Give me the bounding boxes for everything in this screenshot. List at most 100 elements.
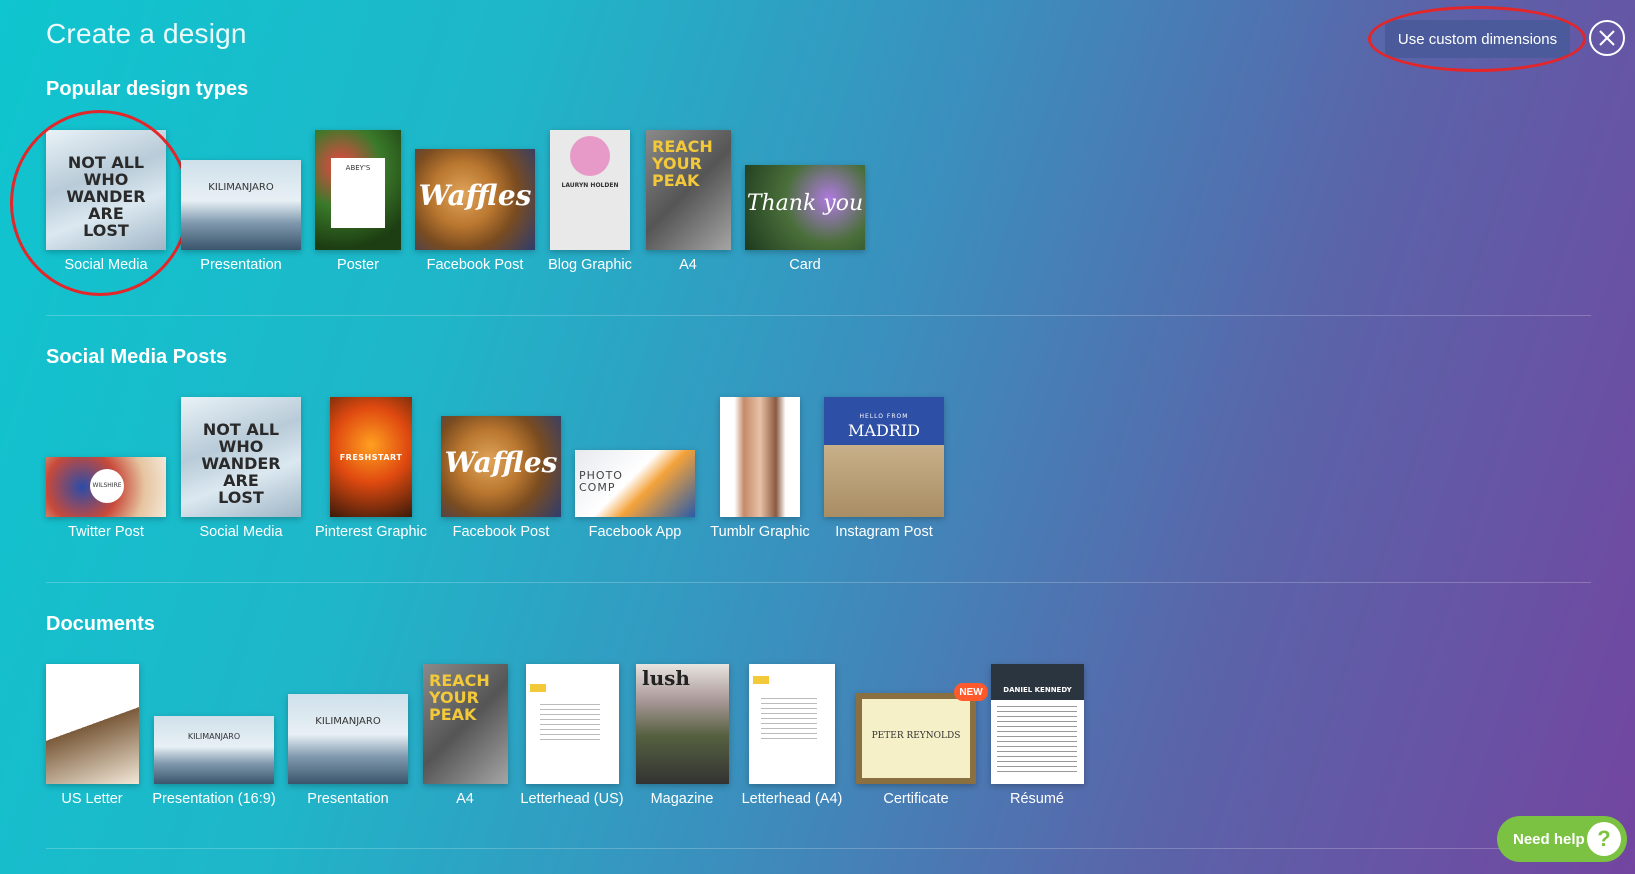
need-help-label: Need help <box>1513 830 1585 848</box>
section-divider <box>46 315 1591 316</box>
design-item-label: Presentation <box>200 257 282 273</box>
section-title-social-media-posts: Social Media Posts <box>46 346 228 368</box>
thumbnail: WILSHIRE <box>46 457 166 517</box>
thumb-lines <box>761 698 817 742</box>
design-item-label: Magazine <box>650 791 714 807</box>
design-item-magazine[interactable]: lush Magazine <box>636 664 729 814</box>
design-item-label: Card <box>789 257 821 273</box>
design-item-social-media[interactable]: NOT ALL WHO WANDER ARE LOST Social Media <box>46 130 166 280</box>
design-item-pinterest-graphic[interactable]: FRESHSTART Pinterest Graphic <box>315 397 427 547</box>
design-item-label: Facebook Post <box>452 524 550 540</box>
design-item-label: Twitter Post <box>68 524 144 540</box>
design-item-certificate[interactable]: PETER REYNOLDS NEW Certificate <box>856 683 988 814</box>
thumb-title: Waffles <box>444 446 558 479</box>
design-item-presentation-2[interactable]: KILIMANJARO Presentation <box>288 694 408 814</box>
section-divider <box>46 582 1591 583</box>
design-item-card[interactable]: Thank you Card <box>745 165 865 280</box>
design-item-label: Social Media <box>199 524 283 540</box>
design-item-tumblr-graphic[interactable]: Tumblr Graphic <box>710 397 810 547</box>
design-item-presentation-16-9[interactable]: KILIMANJARO Presentation (16:9) <box>152 716 276 814</box>
design-item-label: US Letter <box>61 791 123 807</box>
thumb-title: PHOTO COMP <box>579 469 623 494</box>
thumb-card: ABEY'S <box>331 158 385 228</box>
thumbnail: REACH YOUR PEAK <box>646 130 731 250</box>
design-item-poster[interactable]: ABEY'S Poster <box>315 130 401 280</box>
thumbnail: REACH YOUR PEAK <box>423 664 508 784</box>
thumbnail: NOT ALL WHO WANDER ARE LOST <box>181 397 301 517</box>
thumb-title: KILIMANJARO <box>208 182 274 193</box>
thumb-title: LAURYN HOLDEN <box>561 182 619 189</box>
thumb-title: KILIMANJARO <box>187 732 241 741</box>
design-item-a4[interactable]: REACH YOUR PEAK A4 <box>646 130 731 280</box>
thumb-title: MADRID <box>848 421 920 440</box>
design-item-us-letter[interactable]: US Letter <box>46 664 139 814</box>
thumbnail: lush <box>636 664 729 784</box>
design-item-label: Presentation (16:9) <box>152 791 276 807</box>
design-item-social-media-2[interactable]: NOT ALL WHO WANDER ARE LOST Social Media <box>181 397 301 547</box>
thumbnail: LAURYN HOLDEN <box>550 130 630 250</box>
thumb-title: Waffles <box>418 179 532 212</box>
thumb-subtitle: HELLO FROM <box>859 413 909 420</box>
design-item-label: Letterhead (A4) <box>741 791 843 807</box>
thumbnail <box>720 397 800 517</box>
design-item-label: Résumé <box>1010 791 1064 807</box>
design-item-label: Instagram Post <box>835 524 933 540</box>
design-item-instagram-post[interactable]: HELLO FROM MADRID Instagram Post <box>824 397 944 547</box>
thumbnail <box>526 664 619 784</box>
thumbnail <box>46 664 139 784</box>
design-item-label: A4 <box>456 791 474 807</box>
design-item-blog-graphic[interactable]: LAURYN HOLDEN Blog Graphic <box>548 130 632 280</box>
design-item-label: Presentation <box>307 791 389 807</box>
design-item-label: Letterhead (US) <box>520 791 624 807</box>
design-item-letterhead-us[interactable]: Letterhead (US) <box>520 664 624 814</box>
thumbnail: KILIMANJARO <box>154 716 274 784</box>
thumbnail: NOT ALL WHO WANDER ARE LOST <box>46 130 166 250</box>
design-item-facebook-app[interactable]: PHOTO COMP Facebook App <box>575 450 695 547</box>
use-custom-dimensions-button[interactable]: Use custom dimensions <box>1385 20 1570 58</box>
close-icon <box>1599 30 1615 46</box>
thumb-title: PETER REYNOLDS <box>871 731 961 741</box>
thumb-title: FRESHSTART <box>339 453 403 462</box>
design-item-resume[interactable]: DANIEL KENNEDY Résumé <box>991 664 1084 814</box>
design-item-label: Poster <box>337 257 379 273</box>
new-badge: NEW <box>954 683 988 701</box>
thumb-badge: WILSHIRE <box>90 469 124 503</box>
thumbnail: DANIEL KENNEDY <box>991 664 1084 784</box>
thumbnail: ABEY'S <box>315 130 401 250</box>
design-item-label: A4 <box>679 257 697 273</box>
thumb-inner: PETER REYNOLDS <box>862 699 970 778</box>
question-icon: ? <box>1587 822 1621 856</box>
design-item-twitter-post[interactable]: WILSHIRE Twitter Post <box>46 457 166 547</box>
design-item-presentation[interactable]: KILIMANJARO Presentation <box>181 160 301 280</box>
thumbnail: KILIMANJARO <box>288 694 408 784</box>
thumb-title: KILIMANJARO <box>315 716 381 727</box>
thumbnail: PHOTO COMP <box>575 450 695 517</box>
thumbnail: Waffles <box>441 416 561 517</box>
thumb-title: lush <box>642 666 690 690</box>
design-item-label: Social Media <box>64 257 148 273</box>
design-item-label: Facebook Post <box>426 257 524 273</box>
thumbnail <box>749 664 835 784</box>
design-item-label: Facebook App <box>588 524 682 540</box>
section-title-popular: Popular design types <box>46 78 249 100</box>
design-item-label: Pinterest Graphic <box>314 524 428 540</box>
thumb-title: WILSHIRE <box>92 482 122 489</box>
thumb-lines <box>540 704 600 744</box>
design-item-label: Certificate <box>883 791 949 807</box>
thumb-title: REACH YOUR PEAK <box>652 137 713 190</box>
design-item-label: Blog Graphic <box>548 257 632 273</box>
need-help-button[interactable]: Need help ? <box>1497 816 1627 862</box>
thumb-title: ABEY'S <box>345 164 371 172</box>
close-button[interactable] <box>1589 20 1625 56</box>
thumb-title: DANIEL KENNEDY <box>1003 686 1072 694</box>
design-item-facebook-post[interactable]: Waffles Facebook Post <box>415 149 535 280</box>
thumb-accent <box>530 684 546 692</box>
avatar <box>570 136 610 176</box>
thumb-title: NOT ALL WHO WANDER ARE LOST <box>201 420 281 507</box>
design-item-letterhead-a4[interactable]: Letterhead (A4) <box>742 664 842 814</box>
thumbnail: HELLO FROM MADRID <box>824 397 944 517</box>
design-item-a4-2[interactable]: REACH YOUR PEAK A4 <box>423 664 508 814</box>
design-item-facebook-post-2[interactable]: Waffles Facebook Post <box>441 416 561 547</box>
thumbnail: Waffles <box>415 149 535 250</box>
thumbnail: PETER REYNOLDS <box>856 693 976 784</box>
